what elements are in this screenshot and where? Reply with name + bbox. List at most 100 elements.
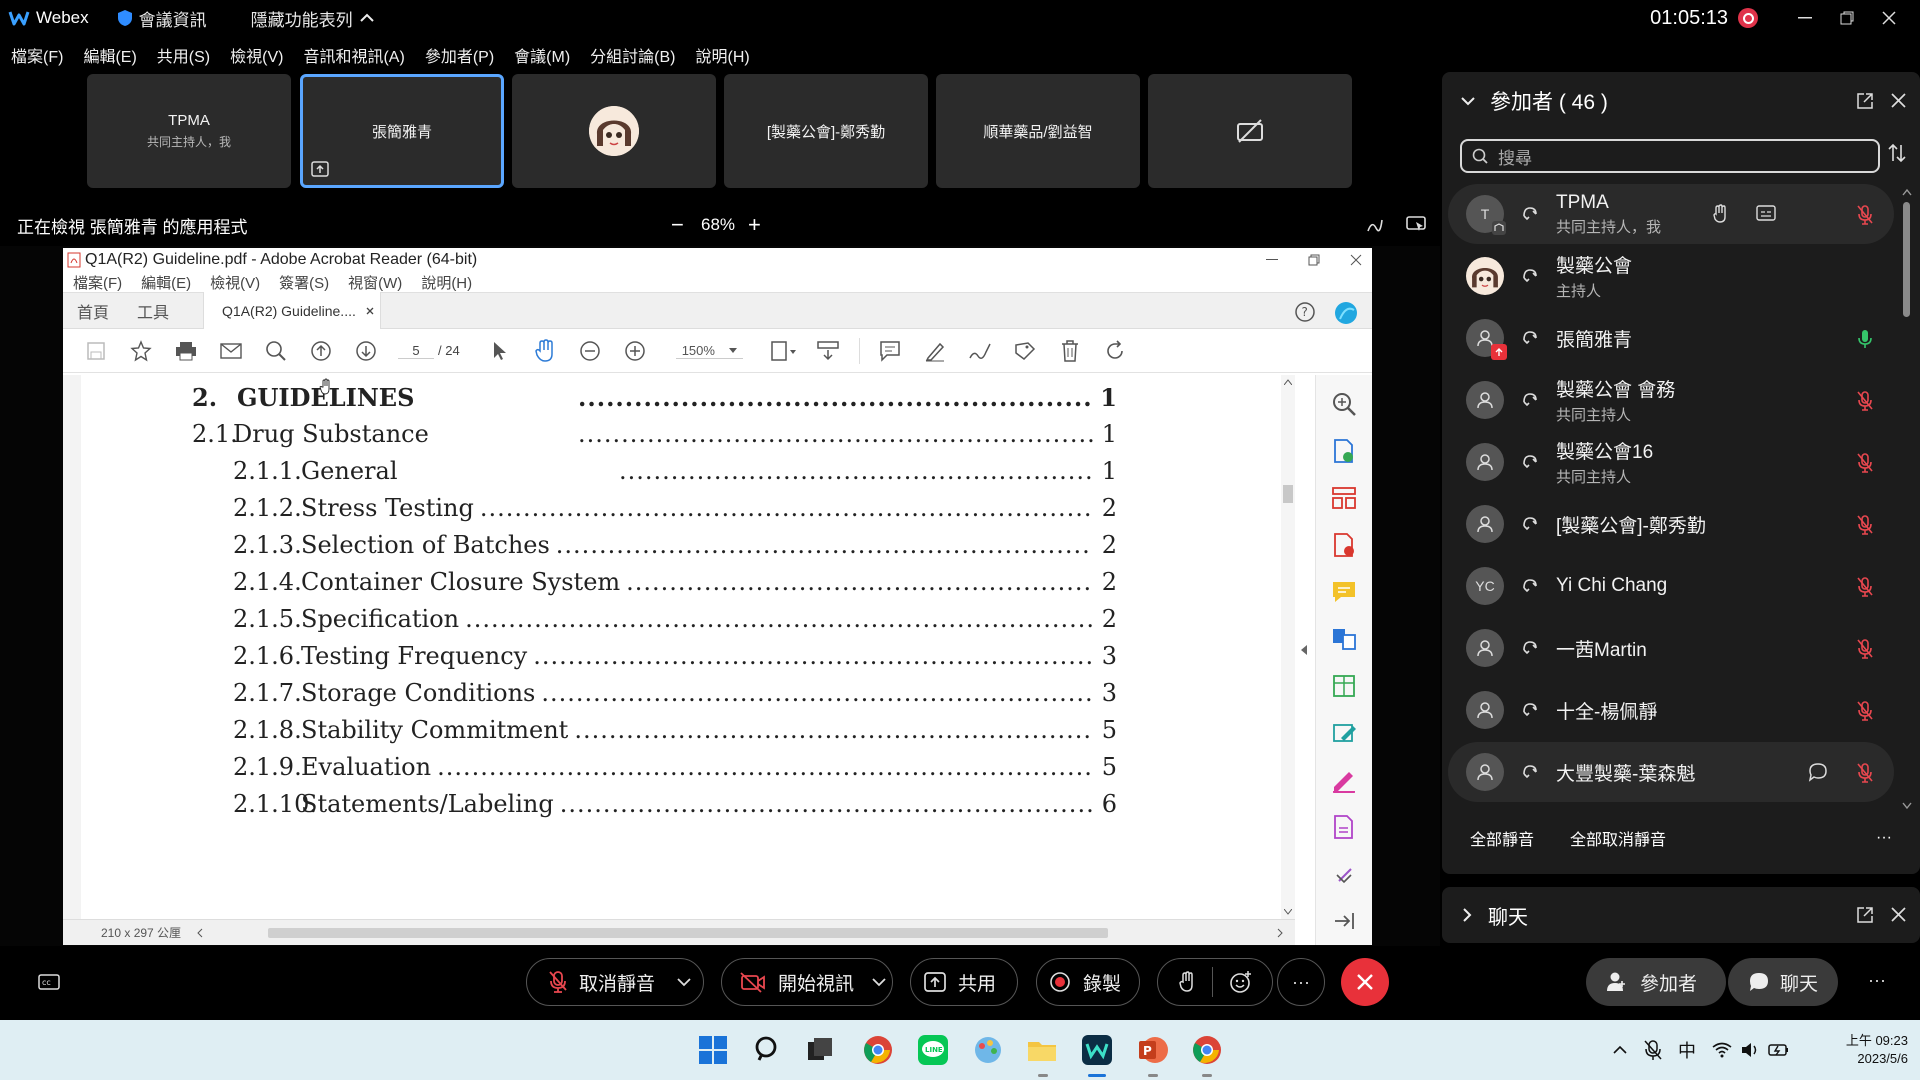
zoom-select[interactable]: 150% bbox=[675, 343, 743, 359]
participant-mic-status[interactable] bbox=[1856, 390, 1874, 412]
toc-entry[interactable]: 2.1.8.Stability Commitment 5 bbox=[233, 716, 1117, 748]
toc-entry[interactable]: 2.1.Drug Substance 1 bbox=[192, 420, 1117, 452]
participant-mic-status[interactable] bbox=[1856, 204, 1874, 226]
organize-pages-icon[interactable] bbox=[1331, 485, 1357, 511]
participants-toggle-button[interactable]: 參加者 bbox=[1586, 958, 1726, 1006]
remote-control-icon[interactable] bbox=[1406, 216, 1426, 234]
collapse-pane-icon[interactable] bbox=[1331, 908, 1357, 934]
line-app-icon[interactable]: LINE bbox=[917, 1034, 949, 1066]
close-window-button[interactable] bbox=[1870, 0, 1908, 36]
email-button[interactable] bbox=[208, 329, 253, 373]
toc-entry[interactable]: 2.1.1.General 1 bbox=[233, 457, 1117, 489]
chat-toggle-button[interactable]: 聊天 bbox=[1728, 958, 1838, 1006]
page-number-input[interactable]: 5 bbox=[398, 343, 434, 359]
mic-muted-icon[interactable] bbox=[1856, 700, 1874, 722]
panel-more-button[interactable]: ··· bbox=[1868, 970, 1886, 991]
hide-menu-bar-button[interactable]: 隱藏功能表列 bbox=[251, 6, 375, 31]
close-tab-icon[interactable] bbox=[366, 307, 374, 315]
toc-entry[interactable]: 2.1.9.Evaluation 5 bbox=[233, 753, 1117, 785]
comment-tool-icon[interactable] bbox=[1331, 579, 1357, 605]
unmute-all-button[interactable]: 全部取消靜音 bbox=[1570, 826, 1666, 850]
zoom-in-button[interactable]: + bbox=[748, 212, 761, 238]
participant-mic-status[interactable] bbox=[1856, 700, 1874, 722]
mic-muted-icon[interactable] bbox=[1856, 638, 1874, 660]
toc-entry[interactable]: 2.1.6.Testing Frequency 3 bbox=[233, 642, 1117, 674]
scroll-up-icon[interactable] bbox=[1902, 188, 1912, 196]
windows-start-icon[interactable] bbox=[697, 1034, 729, 1066]
video-thumbnail-participant[interactable]: 順華藥品/劉益智 bbox=[936, 74, 1140, 188]
mic-muted-icon[interactable] bbox=[1856, 576, 1874, 598]
participant-mic-status[interactable] bbox=[1856, 514, 1874, 536]
chat-bubble-icon[interactable] bbox=[1808, 762, 1828, 782]
wifi-icon[interactable] bbox=[1712, 1042, 1732, 1058]
mic-muted-icon[interactable] bbox=[1856, 204, 1874, 226]
taskbar-search-icon[interactable] bbox=[752, 1034, 784, 1066]
task-view-icon[interactable] bbox=[804, 1034, 836, 1066]
rotate-button[interactable] bbox=[1093, 329, 1138, 373]
participant-row[interactable]: 一茜Martin bbox=[1448, 618, 1894, 678]
mic-muted-icon[interactable] bbox=[1856, 762, 1874, 784]
scroll-left-icon[interactable] bbox=[197, 928, 203, 938]
scroll-right-icon[interactable] bbox=[1277, 928, 1283, 938]
powerpoint-icon[interactable]: P bbox=[1137, 1034, 1169, 1066]
participant-mic-status[interactable] bbox=[1856, 328, 1874, 350]
help-icon[interactable]: ? bbox=[1294, 301, 1316, 323]
participant-mic-status[interactable] bbox=[1856, 452, 1874, 474]
record-button[interactable]: 錄製 bbox=[1036, 958, 1140, 1006]
minimize-button[interactable] bbox=[1786, 0, 1824, 36]
chevron-down-icon[interactable] bbox=[677, 977, 691, 987]
webex-taskbar-icon[interactable] bbox=[1081, 1034, 1113, 1066]
paint-app-icon[interactable] bbox=[972, 1034, 1004, 1066]
participant-mic-status[interactable] bbox=[1856, 638, 1874, 660]
participant-row[interactable]: 大豐製藥-葉森魁 bbox=[1448, 742, 1894, 802]
comment-button[interactable] bbox=[868, 329, 913, 373]
captions-icon[interactable]: cc bbox=[38, 974, 60, 990]
fill-sign-icon[interactable] bbox=[1331, 767, 1357, 793]
acro-menu-window[interactable]: 視窗(W) bbox=[348, 272, 402, 293]
file-explorer-icon[interactable] bbox=[1026, 1034, 1058, 1066]
draw-button[interactable] bbox=[958, 329, 1003, 373]
menu-file[interactable]: 檔案(F) bbox=[11, 43, 63, 67]
mic-muted-icon[interactable] bbox=[1856, 452, 1874, 474]
toc-entry[interactable]: 2.1.3.Selection of Batches 2 bbox=[233, 531, 1117, 563]
participants-scrollbar[interactable] bbox=[1902, 180, 1912, 810]
mute-all-button[interactable]: 全部靜音 bbox=[1470, 826, 1534, 850]
pdf-page-area[interactable]: 2.GUIDELINES12.1.Drug Substance12.1.1.Ge… bbox=[63, 375, 1295, 919]
toc-entry[interactable]: 2.1.2.Stress Testing 2 bbox=[233, 494, 1117, 526]
chrome-icon[interactable] bbox=[862, 1034, 894, 1066]
account-icon[interactable] bbox=[1334, 301, 1358, 325]
export-pdf-icon[interactable] bbox=[1331, 438, 1357, 464]
reactions-emoji-icon[interactable] bbox=[1229, 970, 1253, 994]
participant-row[interactable]: T TPMA 共同主持人，我 bbox=[1448, 184, 1894, 244]
mic-muted-icon[interactable] bbox=[1856, 514, 1874, 536]
chevron-down-icon[interactable] bbox=[1460, 96, 1476, 106]
participant-row[interactable]: YC Yi Chi Chang bbox=[1448, 556, 1894, 616]
participant-row[interactable]: 製藥公會 主持人 bbox=[1448, 246, 1894, 306]
delete-button[interactable] bbox=[1048, 329, 1093, 373]
ime-indicator[interactable]: 中 bbox=[1678, 1037, 1696, 1063]
pdf-vertical-scrollbar[interactable] bbox=[1281, 375, 1295, 919]
battery-charging-icon[interactable] bbox=[1768, 1042, 1790, 1058]
video-thumbnail-active-speaker[interactable]: 張簡雅青 bbox=[300, 74, 504, 188]
video-thumbnail-participant[interactable]: [製藥公會]-鄭秀勤 bbox=[724, 74, 928, 188]
start-video-button[interactable]: 開始視訊 bbox=[721, 958, 893, 1006]
create-pdf-icon[interactable] bbox=[1331, 532, 1357, 558]
leave-meeting-button[interactable] bbox=[1341, 958, 1389, 1006]
participant-row[interactable]: 十全-楊佩靜 bbox=[1448, 680, 1894, 740]
chrome-icon[interactable] bbox=[1191, 1034, 1223, 1066]
chevron-down-icon[interactable] bbox=[872, 977, 886, 987]
scroll-down-icon[interactable] bbox=[1902, 802, 1912, 810]
raise-hand-icon[interactable] bbox=[1178, 971, 1196, 993]
meeting-info-button[interactable]: 會議資訊 bbox=[117, 6, 207, 31]
zoom-in-button-acrobat[interactable] bbox=[613, 329, 658, 373]
more-options-button[interactable]: ··· bbox=[1277, 958, 1325, 1006]
previous-page-button[interactable] bbox=[298, 329, 343, 373]
scrollbar-thumb[interactable] bbox=[1283, 485, 1293, 503]
bookmark-button[interactable] bbox=[118, 329, 163, 373]
annotate-icon[interactable] bbox=[1366, 216, 1384, 234]
next-page-button[interactable] bbox=[343, 329, 388, 373]
mic-muted-icon[interactable] bbox=[1644, 1039, 1662, 1061]
menu-audio-video[interactable]: 音訊和視訊(A) bbox=[303, 43, 404, 67]
combine-files-icon[interactable] bbox=[1331, 626, 1357, 652]
chevron-up-icon[interactable] bbox=[1612, 1045, 1628, 1055]
